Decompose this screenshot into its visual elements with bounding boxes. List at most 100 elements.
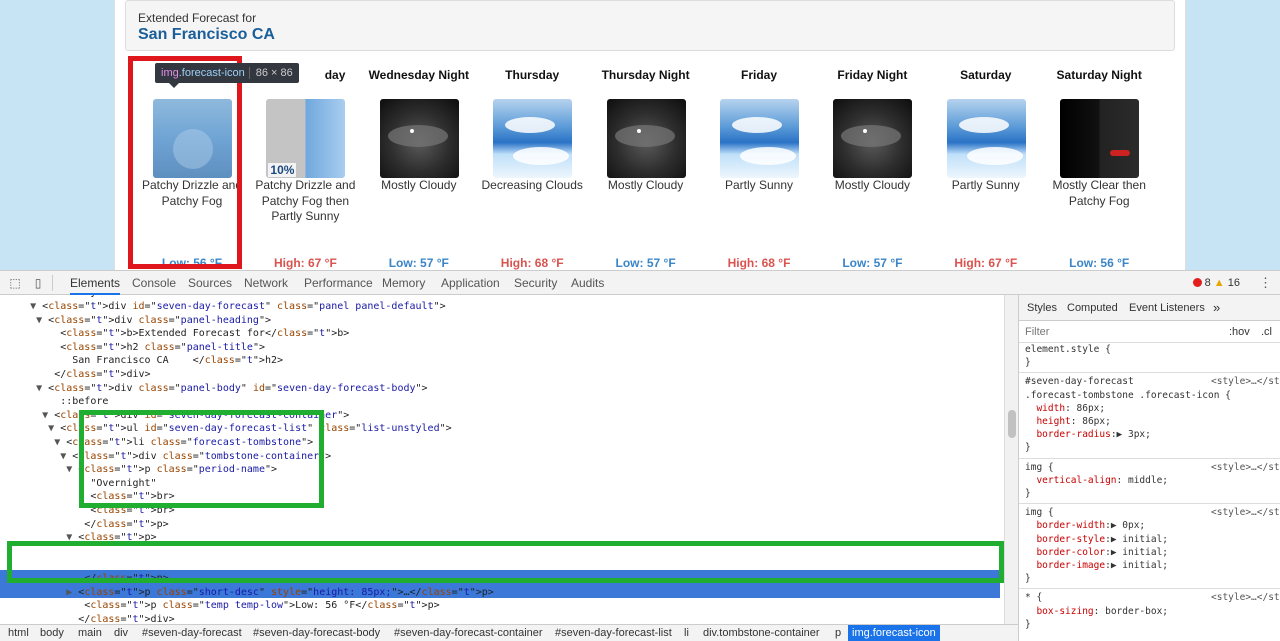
more-tabs-icon[interactable]: » <box>1213 295 1220 321</box>
style-rule-line[interactable]: } <box>1025 356 1280 369</box>
tab-event-listeners[interactable]: Event Listeners <box>1129 295 1205 321</box>
breadcrumb-item[interactable]: #seven-day-forecast <box>138 625 246 641</box>
breadcrumb-item[interactable]: p <box>831 625 845 641</box>
style-rule-line[interactable]: box-sizing: border-box; <box>1025 605 1280 618</box>
tab-elements[interactable]: Elements <box>70 271 121 295</box>
rule-divider <box>1019 372 1280 374</box>
dom-node-line[interactable]: San Francisco CA </class="t">h2> <box>0 354 1000 368</box>
dom-node-line[interactable]: </class="t">div> <box>0 613 1000 624</box>
tab-console[interactable]: Console <box>132 271 176 295</box>
style-source-link[interactable]: <style>…</st <box>1211 375 1280 388</box>
style-rule-line[interactable]: element.style { <box>1025 343 1280 356</box>
inspect-element-icon[interactable]: ⬚ <box>7 275 23 291</box>
breadcrumb-item[interactable]: img.forecast-icon <box>848 625 940 641</box>
period-name: Saturday <box>960 68 1012 82</box>
dom-node-line[interactable]: </class="t">p> <box>0 518 1000 532</box>
tab-memory[interactable]: Memory <box>382 271 425 295</box>
tab-audits[interactable]: Audits <box>571 271 604 295</box>
tab-application[interactable]: Application <box>441 271 500 295</box>
forecast-icon <box>720 99 799 178</box>
dom-node-line[interactable]: ::before <box>0 395 1000 409</box>
styles-filter-bar: Filter :hov .cl <box>1019 321 1280 343</box>
short-desc: Partly Sunny <box>951 178 1020 192</box>
annotation-box-img-node <box>7 541 1004 583</box>
dom-node-line[interactable]: <class="t">p class="temp temp-low">Low: … <box>0 599 1000 613</box>
annotation-box-period-name <box>79 410 324 508</box>
style-rule-line[interactable]: border-color:▶ initial; <box>1025 546 1280 559</box>
breadcrumb-item[interactable]: li <box>680 625 693 641</box>
breadcrumb-item[interactable]: div.tombstone-container <box>699 625 824 641</box>
temp-label: Low: 57 °F <box>615 256 676 270</box>
style-rule-line[interactable]: width: 86px; <box>1025 402 1280 415</box>
style-rule-line[interactable]: height: 86px; <box>1025 415 1280 428</box>
dom-node-line[interactable]: <class="t">b>Extended Forecast for</clas… <box>0 327 1000 341</box>
style-rule-line[interactable]: } <box>1025 618 1280 631</box>
tooltip-dimensions: 86 × 86 <box>248 67 293 79</box>
dom-node-line[interactable]: ▼ <class="t">div id="seven-day-forecast"… <box>0 300 1000 314</box>
warning-icon: ▲ <box>1213 277 1225 289</box>
short-desc: Mostly Cloudy <box>834 178 911 192</box>
dom-node-line[interactable]: ▼ <class="t">div class="panel-heading"> <box>0 314 1000 328</box>
style-rule-line[interactable]: border-width:▶ 0px; <box>1025 519 1280 532</box>
tab-performance[interactable]: Performance <box>304 271 373 295</box>
forecast-icon <box>379 99 459 178</box>
rule-divider <box>1019 588 1280 590</box>
tooltip-tag: img <box>161 67 179 79</box>
style-rule-line[interactable]: border-radius:▶ 3px; <box>1025 428 1280 441</box>
breadcrumb-item[interactable]: main <box>74 625 106 641</box>
style-rule-line[interactable]: img {<style>…</st <box>1025 506 1280 519</box>
temp-label: High: 68 °F <box>727 256 791 270</box>
style-rule-line[interactable]: } <box>1025 487 1280 500</box>
warning-count: 16 <box>1227 277 1240 289</box>
short-desc: Partly Sunny <box>724 178 794 192</box>
breadcrumb-item[interactable]: #seven-day-forecast-body <box>249 625 384 641</box>
style-rule-line[interactable]: vertical-align: middle; <box>1025 474 1280 487</box>
scrollbar-thumb[interactable] <box>1008 410 1016 438</box>
style-source-link[interactable]: <style>…</st <box>1211 591 1280 604</box>
forecast-icon: 10% <box>266 99 346 178</box>
forecast-icon <box>493 99 573 178</box>
style-rule-line[interactable]: border-image:▶ initial; <box>1025 559 1280 572</box>
breadcrumb-item[interactable]: html <box>4 625 33 641</box>
device-toggle-icon[interactable]: ▯ <box>30 275 46 291</box>
dom-node-line[interactable]: ▼ <class="t">div class="panel-body" id="… <box>0 382 1000 396</box>
forecast-icon <box>946 99 1026 178</box>
dom-node-line[interactable]: ▶ <class="t">p class="short-desc" style=… <box>0 586 1000 600</box>
breadcrumb-item[interactable]: #seven-day-forecast-container <box>390 625 547 641</box>
style-source-link[interactable]: <style>…</st <box>1211 506 1280 519</box>
tab-sources[interactable]: Sources <box>188 271 232 295</box>
tab-security[interactable]: Security <box>514 271 557 295</box>
tab-styles[interactable]: Styles <box>1027 295 1057 321</box>
period-name: Wednesday Night <box>368 68 470 82</box>
error-icon <box>1192 278 1202 287</box>
style-rule-line[interactable]: .forecast-tombstone .forecast-icon { <box>1025 389 1280 402</box>
period-name: Friday <box>740 68 777 82</box>
breadcrumb-item[interactable]: #seven-day-forecast-list <box>551 625 676 641</box>
styles-filter-input[interactable]: Filter <box>1025 321 1049 343</box>
style-rule-line[interactable]: } <box>1025 441 1280 454</box>
style-rule-line[interactable]: } <box>1025 572 1280 585</box>
tab-network[interactable]: Network <box>244 271 288 295</box>
forecast-icon <box>833 99 913 178</box>
rule-divider <box>1019 457 1280 459</box>
elements-scrollbar[interactable] <box>1004 295 1018 624</box>
cls-toggle[interactable]: .cl <box>1261 321 1272 343</box>
dom-node-line[interactable]: <class="t">h2 class="panel-title"> <box>0 341 1000 355</box>
dom-node-line[interactable]: </class="t">div> <box>0 368 1000 382</box>
style-rule-line[interactable]: border-style:▶ initial; <box>1025 533 1280 546</box>
hov-toggle[interactable]: :hov <box>1229 321 1250 343</box>
period-name: Thursday <box>505 68 560 82</box>
style-rule-line[interactable]: * {<style>…</st <box>1025 591 1280 604</box>
short-desc: Patchy Drizzle and Patchy Fog then Partl… <box>255 178 356 223</box>
breadcrumb-item[interactable]: div <box>110 625 132 641</box>
console-status[interactable]: 8 ▲ 16 <box>1192 275 1240 291</box>
temp-label: High: 68 °F <box>500 256 564 270</box>
kebab-menu-icon[interactable]: ⋮ <box>1259 275 1272 291</box>
toolbar-divider <box>52 275 53 291</box>
style-source-link[interactable]: <style>…</st <box>1211 461 1280 474</box>
page-viewport: Extended Forecast for San Francisco CA P… <box>0 0 1280 270</box>
tab-computed[interactable]: Computed <box>1067 295 1118 321</box>
style-rule-line[interactable]: img {<style>…</st <box>1025 461 1280 474</box>
style-rule-line[interactable]: #seven-day-forecast <style>…</st <box>1025 375 1280 388</box>
breadcrumb-item[interactable]: body <box>36 625 68 641</box>
